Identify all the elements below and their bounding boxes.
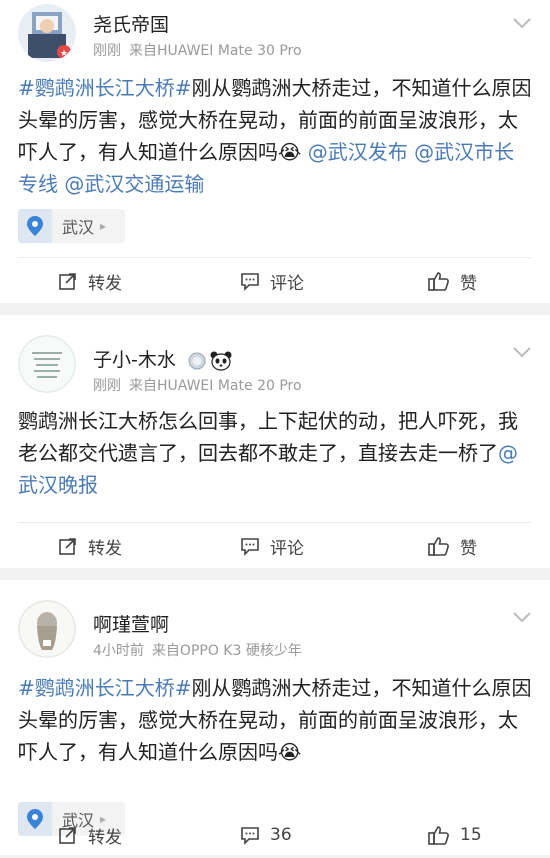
user-name-text: 子小-木水 xyxy=(93,349,176,371)
thumbs-up-icon xyxy=(428,537,449,556)
avatar[interactable] xyxy=(18,335,76,393)
panda-icon xyxy=(210,351,232,371)
comment-count: 36 xyxy=(270,825,292,845)
user-name[interactable]: 尧氏帝国 xyxy=(93,10,169,37)
post-meta: 刚刚 来自HUAWEI Mate 20 Pro xyxy=(93,375,302,395)
chevron-down-icon[interactable] xyxy=(512,610,532,624)
location-label: 武汉 xyxy=(62,218,95,237)
action-bar: 转发 评论 赞 xyxy=(0,523,550,569)
chevron-right-icon: ▸ xyxy=(100,219,107,233)
location-tag[interactable]: 武汉 ▸ xyxy=(18,209,125,243)
thumbs-up-icon xyxy=(428,826,449,845)
comment-label: 评论 xyxy=(270,273,304,294)
action-bar: 转发 36 15 xyxy=(0,812,550,858)
like-label: 赞 xyxy=(460,273,477,294)
repost-button[interactable]: 转发 xyxy=(58,258,122,304)
post-text: 鹦鹉洲长江大桥怎么回事，上下起伏的动，把人吓死，我老公都交代遗言了，回去都不敢走… xyxy=(18,409,518,465)
like-button[interactable]: 赞 xyxy=(428,523,477,569)
action-bar: 转发 评论 赞 xyxy=(0,258,550,304)
post-content: #鹦鹉洲长江大桥#刚从鹦鹉洲大桥走过，不知道什么原因头晕的厉害，感觉大桥在晃动，… xyxy=(18,72,532,200)
post-source: 来自OPPO K3 硬核少年 xyxy=(151,643,302,659)
hashtag-link[interactable]: #鹦鹉洲长江大桥# xyxy=(18,676,192,700)
hashtag-link[interactable]: #鹦鹉洲长江大桥# xyxy=(18,76,192,100)
comment-label: 评论 xyxy=(270,538,304,559)
repost-label: 转发 xyxy=(88,827,122,848)
avatar[interactable]: ★ xyxy=(18,4,76,62)
avatar[interactable] xyxy=(18,600,76,658)
like-count: 15 xyxy=(460,825,482,845)
user-name[interactable]: 啊瑾萱啊 xyxy=(93,610,169,637)
user-badges xyxy=(188,351,232,371)
like-button[interactable]: 赞 xyxy=(428,258,477,304)
emoji-crying: 😭 xyxy=(278,140,302,164)
post-content: 鹦鹉洲长江大桥怎么回事，上下起伏的动，把人吓死，我老公都交代遗言了，回去都不敢走… xyxy=(18,405,532,501)
post-time: 刚刚 xyxy=(93,378,121,394)
comment-icon xyxy=(241,827,259,845)
post-card: 啊瑾萱啊 4小时前 来自OPPO K3 硬核少年 #鹦鹉洲长江大桥#刚从鹦鹉洲大桥… xyxy=(0,580,550,855)
repost-icon xyxy=(59,273,76,290)
post-card: 子小-木水 刚刚 来自HUAWEI Mate 20 Pro 鹦鹉洲长江大桥怎么回事… xyxy=(0,315,550,568)
repost-label: 转发 xyxy=(88,273,122,294)
comment-icon xyxy=(241,538,259,556)
repost-icon xyxy=(59,538,76,555)
post-source: 来自HUAWEI Mate 30 Pro xyxy=(129,43,302,59)
post-content: #鹦鹉洲长江大桥#刚从鹦鹉洲大桥走过，不知道什么原因头晕的厉害，感觉大桥在晃动，… xyxy=(18,672,532,768)
post-meta: 刚刚 来自HUAWEI Mate 30 Pro xyxy=(93,40,302,60)
comment-button[interactable]: 36 xyxy=(240,812,292,858)
emoji-crying: 😭 xyxy=(278,740,302,764)
svg-text:★: ★ xyxy=(60,49,68,59)
chevron-down-icon[interactable] xyxy=(512,16,532,30)
like-label: 赞 xyxy=(460,538,477,559)
post-time: 4小时前 xyxy=(93,643,144,659)
post-card: ★ 尧氏帝国 刚刚 来自HUAWEI Mate 30 Pro #鹦鹉洲长江大桥#刚… xyxy=(0,0,550,303)
comment-icon xyxy=(241,273,259,291)
location-pin-icon xyxy=(18,209,52,243)
repost-button[interactable]: 转发 xyxy=(58,523,122,569)
post-time: 刚刚 xyxy=(93,43,121,59)
repost-icon xyxy=(59,827,76,844)
post-source: 来自HUAWEI Mate 20 Pro xyxy=(129,378,302,394)
user-name[interactable]: 子小-木水 xyxy=(93,345,232,372)
like-button[interactable]: 15 xyxy=(428,812,482,858)
medal-icon xyxy=(188,352,206,369)
repost-label: 转发 xyxy=(88,538,122,559)
chevron-down-icon[interactable] xyxy=(512,345,532,359)
comment-button[interactable]: 评论 xyxy=(240,523,304,569)
thumbs-up-icon xyxy=(428,272,449,291)
comment-button[interactable]: 评论 xyxy=(240,258,304,304)
repost-button[interactable]: 转发 xyxy=(58,812,122,858)
post-meta: 4小时前 来自OPPO K3 硬核少年 xyxy=(93,640,302,660)
